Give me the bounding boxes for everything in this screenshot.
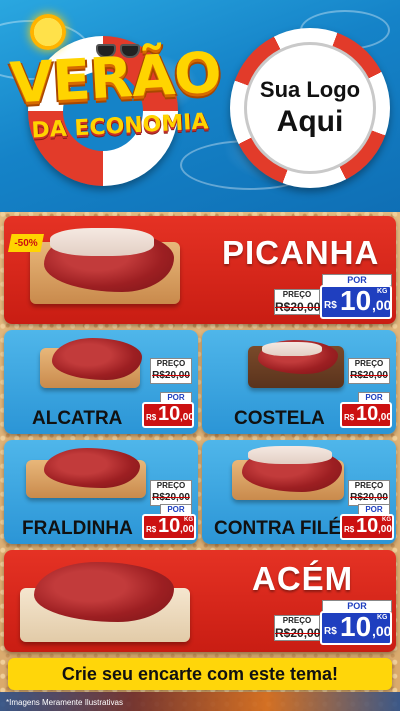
sun-icon xyxy=(30,14,66,50)
currency: R$ xyxy=(146,413,157,422)
price-integer: 10 xyxy=(356,403,379,425)
currency: R$ xyxy=(324,300,337,311)
product-name: CONTRA FILÉ xyxy=(214,518,342,539)
currency: R$ xyxy=(344,413,355,422)
old-price: R$20,00 xyxy=(350,370,388,381)
preco-label: PREÇO xyxy=(156,481,186,490)
new-price-box: R$ 10 ,00 xyxy=(340,402,392,428)
unit-label: KG xyxy=(377,614,388,621)
price-integer: 10 xyxy=(158,403,181,425)
price-cents: ,00 xyxy=(378,412,392,423)
preco-label: PREÇO xyxy=(354,481,384,490)
currency: R$ xyxy=(324,626,337,637)
preco-label: PREÇO xyxy=(282,290,312,299)
product-card-fraldinha[interactable]: FRALDINHA PREÇO R$20,00 POR R$ 10 ,00 KG xyxy=(4,440,198,544)
logo-text-line1: Sua Logo xyxy=(259,77,361,102)
old-price-box: PREÇO R$20,00 xyxy=(274,289,320,315)
price-integer: 10 xyxy=(356,515,379,537)
preco-label: PREÇO xyxy=(354,359,384,368)
currency: R$ xyxy=(146,525,157,534)
product-card-acem[interactable]: ACÉM POR PREÇO R$20,00 R$ 10 ,00 KG xyxy=(4,550,396,652)
price-cents: ,00 xyxy=(372,297,392,313)
old-price: R$20,00 xyxy=(275,626,321,640)
currency: R$ xyxy=(344,525,355,534)
discount-badge: -50% xyxy=(8,234,44,252)
new-price-box: R$ 10 ,00 KG xyxy=(340,514,394,540)
old-price: R$20,00 xyxy=(275,300,321,314)
price-cents: ,00 xyxy=(180,412,194,423)
new-price-box: R$ 10 ,00 KG xyxy=(320,611,392,645)
cta-banner[interactable]: Crie seu encarte com este tema! xyxy=(8,658,392,690)
new-price-box: R$ 10 ,00 xyxy=(142,402,194,428)
product-card-picanha[interactable]: PICANHA POR PREÇO R$20,00 R$ 10 ,00 KG xyxy=(4,216,396,324)
old-price: R$20,00 xyxy=(350,492,388,503)
footnote: *Imagens Meramente Ilustrativas xyxy=(6,698,123,707)
header-banner: VERÃO DA ECONOMIA Sua Logo Aqui xyxy=(0,0,400,212)
new-price-box: R$ 10 ,00 KG xyxy=(142,514,196,540)
product-name: PICANHA xyxy=(222,234,380,271)
price-integer: 10 xyxy=(340,285,372,316)
product-card-alcatra[interactable]: ALCATRA PREÇO R$20,00 POR R$ 10 ,00 xyxy=(4,330,198,434)
price-cents: ,00 xyxy=(372,623,392,639)
price-cents: ,00 xyxy=(378,524,392,535)
product-name: COSTELA xyxy=(234,408,325,429)
meat-image xyxy=(52,338,142,380)
meat-fat-layer xyxy=(248,446,332,464)
old-price-box: PREÇO R$20,00 xyxy=(150,480,192,506)
price-cents: ,00 xyxy=(180,524,194,535)
product-name: ALCATRA xyxy=(32,408,123,429)
meat-image xyxy=(44,448,140,488)
old-price-box: PREÇO R$20,00 xyxy=(348,358,390,384)
price-tag: POR PREÇO R$20,00 R$ 10 ,00 KG xyxy=(274,600,392,646)
unit-label: KG xyxy=(184,517,193,523)
meat-image xyxy=(34,562,174,622)
old-price-box: PREÇO R$20,00 xyxy=(348,480,390,506)
unit-label: KG xyxy=(377,288,388,295)
logo-placeholder: Sua Logo Aqui xyxy=(244,42,376,174)
old-price: R$20,00 xyxy=(152,492,190,503)
old-price-box: PREÇO R$20,00 xyxy=(274,615,320,641)
product-card-contra-file[interactable]: CONTRA FILÉ PREÇO R$20,00 POR R$ 10 ,00 … xyxy=(202,440,396,544)
price-tag: POR PREÇO R$20,00 R$ 10 ,00 KG xyxy=(274,274,392,320)
price-integer: 10 xyxy=(340,611,372,642)
preco-label: PREÇO xyxy=(156,359,186,368)
unit-label: KG xyxy=(382,517,391,523)
meat-fat-layer xyxy=(50,228,154,256)
logo-text-line2: Aqui xyxy=(276,105,344,138)
meat-fat-layer xyxy=(262,342,322,356)
price-integer: 10 xyxy=(158,515,181,537)
logo-lifebuoy[interactable]: Sua Logo Aqui xyxy=(230,28,390,188)
product-name: FRALDINHA xyxy=(22,518,133,539)
old-price-box: PREÇO R$20,00 xyxy=(150,358,192,384)
product-name: ACÉM xyxy=(252,560,354,597)
headline-title: VERÃO xyxy=(8,40,223,117)
old-price: R$20,00 xyxy=(152,370,190,381)
new-price-box: R$ 10 ,00 KG xyxy=(320,285,392,319)
preco-label: PREÇO xyxy=(282,616,312,625)
product-card-costela[interactable]: COSTELA PREÇO R$20,00 POR R$ 10 ,00 xyxy=(202,330,396,434)
